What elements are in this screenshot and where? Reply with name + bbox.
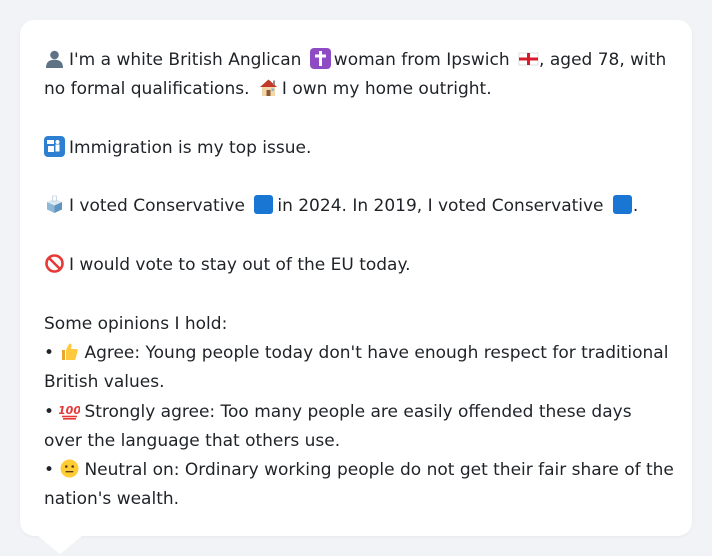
opinions-header: Some opinions I hold: — [44, 313, 228, 334]
house-icon — [258, 77, 279, 98]
neutral-face-icon — [59, 458, 80, 479]
svg-text:100: 100 — [59, 404, 80, 417]
bullet: • — [44, 460, 55, 481]
eu-stance-text: I would vote to stay out of the EU today… — [69, 255, 411, 276]
hundred-points-icon: 100 — [59, 400, 80, 421]
blue-square-icon — [253, 194, 274, 215]
opinion-text: Strongly agree: Too many people are easi… — [44, 401, 632, 451]
message-card: I'm a white British Anglican woman from … — [20, 20, 692, 554]
vote-2019-text: in 2024. In 2019, I voted Conservative — [277, 196, 604, 217]
home-ownership-text: I own my home outright. — [281, 79, 492, 100]
opinion-item: • 100 Strongly agree: Too many people ar… — [44, 398, 674, 457]
ballot-box-icon — [44, 194, 65, 215]
vote-2024-text: I voted Conservative — [69, 196, 245, 217]
speech-bubble-tail — [38, 536, 82, 554]
eu-stance-paragraph: I would vote to stay out of the EU today… — [44, 251, 674, 280]
prohibited-icon — [44, 253, 65, 274]
bullet: • — [44, 342, 55, 363]
blue-square-icon — [612, 194, 633, 215]
demographics-paragraph: I'm a white British Anglican woman from … — [44, 46, 674, 105]
person-silhouette-icon — [44, 48, 65, 69]
bullet: • — [44, 401, 55, 422]
top-issue-text: Immigration is my top issue. — [69, 137, 312, 158]
opinion-text: Neutral on: Ordinary working people do n… — [44, 460, 674, 510]
latin-cross-icon — [309, 48, 331, 69]
thumbs-up-icon — [59, 341, 80, 362]
england-flag-icon — [518, 48, 539, 69]
passport-control-icon — [44, 135, 65, 157]
opinion-text: Agree: Young people today don't have eno… — [44, 342, 669, 393]
demographics-text-1: I'm a white British Anglican — [69, 50, 302, 70]
opinion-item: • Agree: Young people today don't have e… — [44, 339, 674, 398]
demographics-text-2: woman from Ipswich — [333, 50, 510, 70]
profile-text: I'm a white British Anglican woman from … — [44, 46, 674, 515]
opinion-item: • Neutral on: Ordinary working people do… — [44, 456, 674, 515]
vote-end-text: . — [632, 196, 639, 217]
top-issue-paragraph: Immigration is my top issue. — [44, 134, 674, 163]
voting-history-paragraph: I voted Conservative in 2024. In 2019, I… — [44, 192, 674, 221]
